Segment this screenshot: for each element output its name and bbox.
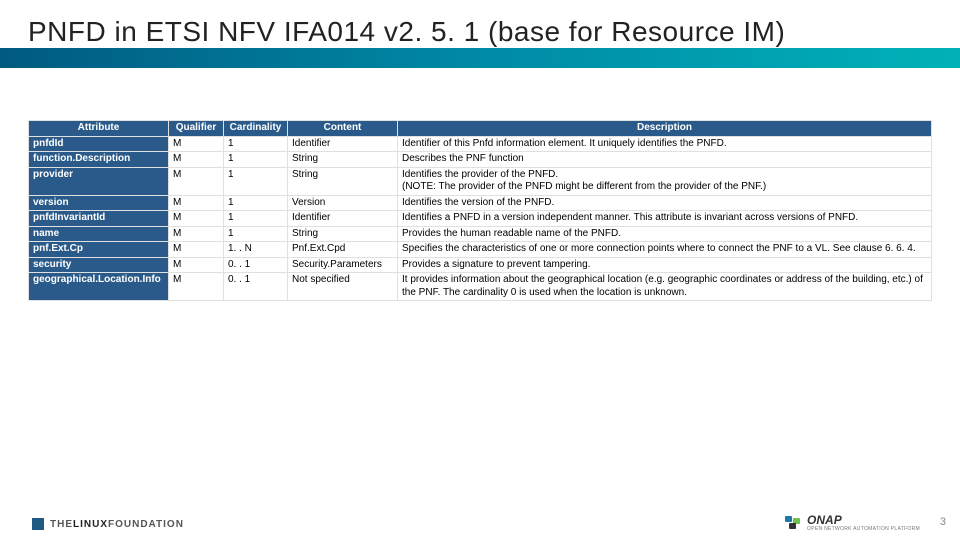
table-row: nameM1StringProvides the human readable … bbox=[29, 226, 932, 242]
cell-attribute: pnfdId bbox=[29, 136, 169, 152]
lf-prefix: THE bbox=[50, 519, 73, 530]
cell-content: Security.Parameters bbox=[288, 257, 398, 273]
page-number: 3 bbox=[940, 516, 946, 528]
table-body: pnfdIdM1IdentifierIdentifier of this Pnf… bbox=[29, 136, 932, 301]
cell-qualifier: M bbox=[169, 167, 224, 195]
cell-attribute: pnfdInvariantId bbox=[29, 211, 169, 227]
table-row: function.DescriptionM1StringDescribes th… bbox=[29, 152, 932, 168]
cell-qualifier: M bbox=[169, 226, 224, 242]
cell-description: It provides information about the geogra… bbox=[398, 273, 932, 301]
linux-foundation-text: THELINUXFOUNDATION bbox=[50, 519, 184, 530]
table-row: geographical.Location.InfoM0. . 1Not spe… bbox=[29, 273, 932, 301]
cell-description: Describes the PNF function bbox=[398, 152, 932, 168]
cell-cardinality: 1 bbox=[224, 167, 288, 195]
cell-cardinality: 1 bbox=[224, 211, 288, 227]
cell-qualifier: M bbox=[169, 136, 224, 152]
col-cardinality: Cardinality bbox=[224, 121, 288, 137]
cell-cardinality: 0. . 1 bbox=[224, 273, 288, 301]
cell-qualifier: M bbox=[169, 211, 224, 227]
footer: THELINUXFOUNDATION ONAP OPEN NETWORK AUT… bbox=[0, 502, 960, 540]
cell-attribute: pnf.Ext.Cp bbox=[29, 242, 169, 258]
cell-qualifier: M bbox=[169, 257, 224, 273]
cell-attribute: function.Description bbox=[29, 152, 169, 168]
lf-main: LINUX bbox=[73, 519, 108, 530]
table-row: securityM0. . 1Security.ParametersProvid… bbox=[29, 257, 932, 273]
cell-cardinality: 1. . N bbox=[224, 242, 288, 258]
col-content: Content bbox=[288, 121, 398, 137]
cell-description: Identifier of this Pnfd information elem… bbox=[398, 136, 932, 152]
cell-description: Specifies the characteristics of one or … bbox=[398, 242, 932, 258]
cell-content: String bbox=[288, 226, 398, 242]
table-row: versionM1VersionIdentifies the version o… bbox=[29, 195, 932, 211]
table-row: pnfdInvariantIdM1IdentifierIdentifies a … bbox=[29, 211, 932, 227]
onap-icon bbox=[785, 516, 803, 530]
cell-cardinality: 1 bbox=[224, 195, 288, 211]
cell-content: Version bbox=[288, 195, 398, 211]
cell-qualifier: M bbox=[169, 273, 224, 301]
cell-content: Pnf.Ext.Cpd bbox=[288, 242, 398, 258]
table-header-row: Attribute Qualifier Cardinality Content … bbox=[29, 121, 932, 137]
cell-attribute: version bbox=[29, 195, 169, 211]
cell-description: Identifies the version of the PNFD. bbox=[398, 195, 932, 211]
cell-attribute: provider bbox=[29, 167, 169, 195]
cell-content: String bbox=[288, 167, 398, 195]
cell-cardinality: 1 bbox=[224, 226, 288, 242]
cell-content: Identifier bbox=[288, 136, 398, 152]
lf-suffix: FOUNDATION bbox=[108, 519, 184, 530]
cell-description: Identifies the provider of the PNFD. (NO… bbox=[398, 167, 932, 195]
col-qualifier: Qualifier bbox=[169, 121, 224, 137]
onap-label: ONAP bbox=[807, 513, 842, 527]
cell-attribute: security bbox=[29, 257, 169, 273]
slide-title: PNFD in ETSI NFV IFA014 v2. 5. 1 (base f… bbox=[28, 16, 785, 48]
linux-foundation-logo: THELINUXFOUNDATION bbox=[32, 518, 184, 530]
onap-logo: ONAP OPEN NETWORK AUTOMATION PLATFORM bbox=[785, 513, 920, 532]
table-row: pnf.Ext.CpM1. . NPnf.Ext.CpdSpecifies th… bbox=[29, 242, 932, 258]
cell-cardinality: 1 bbox=[224, 136, 288, 152]
cell-content: String bbox=[288, 152, 398, 168]
cell-description: Provides the human readable name of the … bbox=[398, 226, 932, 242]
linux-foundation-icon bbox=[32, 518, 44, 530]
slide: PNFD in ETSI NFV IFA014 v2. 5. 1 (base f… bbox=[0, 0, 960, 540]
cell-qualifier: M bbox=[169, 152, 224, 168]
cell-attribute: name bbox=[29, 226, 169, 242]
table-row: pnfdIdM1IdentifierIdentifier of this Pnf… bbox=[29, 136, 932, 152]
cell-qualifier: M bbox=[169, 242, 224, 258]
table-row: providerM1StringIdentifies the provider … bbox=[29, 167, 932, 195]
cell-attribute: geographical.Location.Info bbox=[29, 273, 169, 301]
onap-subtitle: OPEN NETWORK AUTOMATION PLATFORM bbox=[807, 527, 920, 532]
onap-text: ONAP OPEN NETWORK AUTOMATION PLATFORM bbox=[807, 513, 920, 532]
col-description: Description bbox=[398, 121, 932, 137]
pnfd-table-container: Attribute Qualifier Cardinality Content … bbox=[28, 120, 932, 301]
pnfd-table: Attribute Qualifier Cardinality Content … bbox=[28, 120, 932, 301]
cell-cardinality: 0. . 1 bbox=[224, 257, 288, 273]
cell-description: Identifies a PNFD in a version independe… bbox=[398, 211, 932, 227]
col-attribute: Attribute bbox=[29, 121, 169, 137]
title-accent-bar bbox=[0, 48, 960, 68]
cell-content: Not specified bbox=[288, 273, 398, 301]
cell-description: Provides a signature to prevent tamperin… bbox=[398, 257, 932, 273]
cell-cardinality: 1 bbox=[224, 152, 288, 168]
cell-qualifier: M bbox=[169, 195, 224, 211]
cell-content: Identifier bbox=[288, 211, 398, 227]
